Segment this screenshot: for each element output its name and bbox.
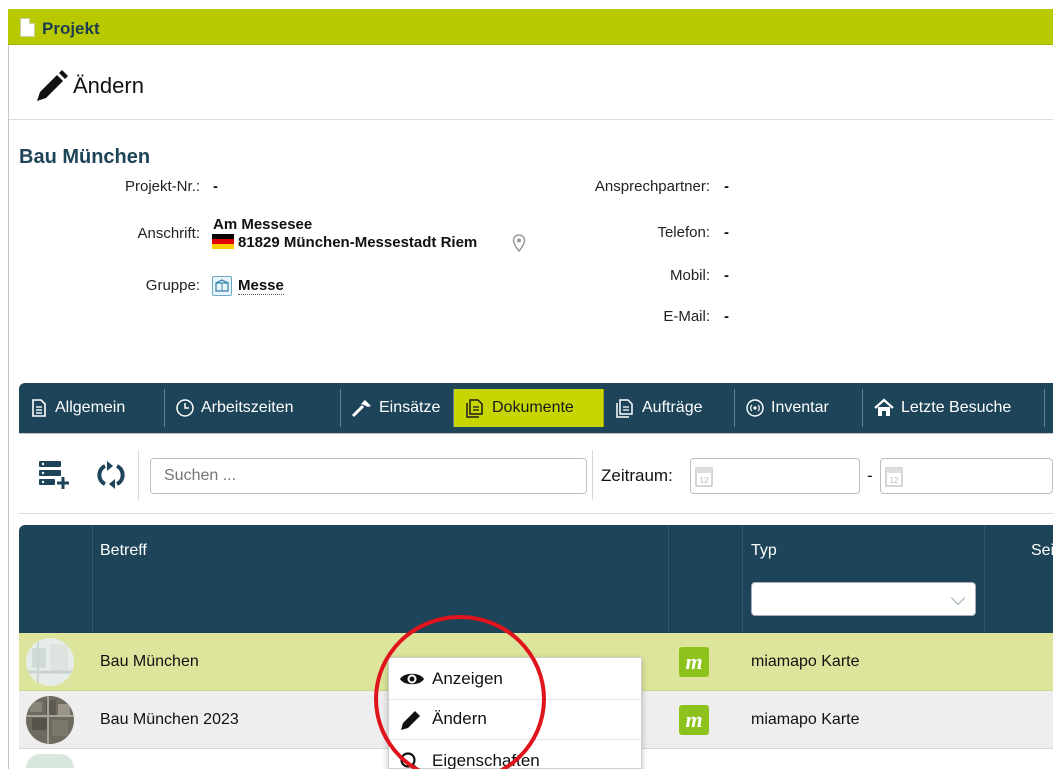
calendar-icon[interactable]: 12 [695, 465, 713, 487]
row-betreff: Bau München 2023 [100, 711, 239, 728]
typ-filter-select[interactable] [751, 582, 976, 616]
group-icon [212, 276, 232, 296]
svg-text:12: 12 [700, 476, 709, 485]
chevron-down-icon [950, 590, 966, 606]
column-divider [92, 525, 93, 633]
add-document-icon[interactable] [38, 458, 70, 490]
table-header: Betreff Typ Seit [19, 525, 1053, 633]
toolbar-divider [138, 450, 139, 500]
projekt-nr-value: - [213, 178, 218, 195]
menu-item-label: Ändern [432, 709, 487, 728]
inventory-icon [746, 399, 764, 417]
window-title: Projekt [42, 19, 100, 38]
row-typ: miamapo Karte [751, 711, 860, 728]
telefon-value: - [724, 224, 729, 241]
range-separator: - [867, 466, 873, 485]
context-menu: Anzeigen Ändern Eigenschaften [388, 657, 642, 769]
email-label: E-Mail: [663, 308, 710, 325]
gruppe-label: Gruppe: [145, 277, 200, 294]
edit-button[interactable]: Ändern [73, 73, 144, 99]
left-border [8, 44, 9, 769]
zeitraum-label: Zeitraum: [601, 466, 673, 485]
group-link[interactable]: Messe [238, 277, 284, 295]
tab-auftraege[interactable]: Aufträge [604, 389, 735, 427]
date-to-field[interactable]: 12 [880, 458, 1053, 494]
tab-dokumente[interactable]: Dokumente [454, 389, 604, 427]
documents-icon [466, 399, 483, 418]
column-betreff[interactable]: Betreff [100, 542, 147, 560]
map-pin-icon[interactable] [512, 234, 526, 252]
column-seite[interactable]: Seit [1031, 542, 1053, 560]
email-value: - [724, 308, 729, 325]
column-typ[interactable]: Typ [751, 542, 777, 560]
tab-allgemein[interactable]: Allgemein [19, 389, 165, 427]
hammer-icon [351, 400, 371, 418]
refresh-icon[interactable] [95, 460, 127, 490]
projekt-nr-label: Projekt-Nr.: [124, 178, 200, 195]
row-betreff: Bau München [100, 653, 199, 670]
address-street: Am Messesee [213, 216, 313, 233]
menu-item-anzeigen[interactable]: Anzeigen [389, 660, 641, 698]
column-divider [742, 525, 743, 633]
tab-label: Einsätze [379, 399, 441, 416]
eye-icon [400, 673, 424, 685]
tab-inventar[interactable]: Inventar [735, 389, 863, 427]
mobil-label: Mobil: [669, 267, 710, 284]
telefon-label: Telefon: [657, 224, 710, 241]
mobil-value: - [724, 267, 729, 284]
tab-einsaetze[interactable]: Einsätze [341, 389, 454, 427]
document-icon [20, 18, 35, 37]
tab-label: Inventar [771, 399, 829, 416]
tab-label: Dokumente [492, 399, 574, 416]
pencil-icon [401, 711, 420, 730]
map-thumbnail [26, 638, 74, 686]
tab-label: Letzte Besuche [901, 399, 1012, 416]
home-icon [874, 398, 894, 416]
app-window: Projekt Ändern Bau München Projekt-Nr.: … [0, 0, 1053, 769]
menu-item-label: Eigenschaften [432, 751, 540, 769]
title-bar: Projekt [8, 9, 1053, 45]
svg-text:12: 12 [890, 476, 899, 485]
row-typ: miamapo Karte [751, 653, 860, 670]
address-city: 81829 München-Messestadt Riem [238, 234, 478, 251]
map-thumbnail [26, 754, 74, 768]
menu-item-aendern[interactable]: Ändern [389, 700, 641, 738]
ansprechpartner-value: - [724, 178, 729, 195]
menu-divider [389, 739, 641, 740]
germany-flag-icon [212, 234, 234, 249]
anschrift-label: Anschrift: [137, 225, 200, 242]
map-thumbnail [26, 696, 74, 744]
miamapo-icon: m [679, 647, 709, 677]
miamapo-icon: m [679, 705, 709, 735]
calendar-icon[interactable]: 12 [885, 465, 903, 487]
column-divider [984, 525, 985, 633]
menu-item-eigenschaften[interactable]: Eigenschaften [389, 742, 641, 769]
tab-label: Arbeitszeiten [201, 399, 294, 416]
menu-item-label: Anzeigen [432, 669, 503, 688]
search-input[interactable] [150, 458, 587, 494]
tab-bar: Allgemein Arbeitszeiten Einsätze Dokumen… [19, 383, 1053, 433]
date-from-field[interactable]: 12 [690, 458, 860, 494]
orders-icon [616, 399, 633, 418]
tab-label: Aufträge [642, 399, 703, 416]
project-title: Bau München [19, 146, 151, 168]
pencil-icon [37, 70, 68, 101]
document-icon [32, 399, 46, 417]
tab-arbeitszeiten[interactable]: Arbeitszeiten [165, 389, 341, 427]
tab-letzte-besuche[interactable]: Letzte Besuche [863, 389, 1045, 427]
clock-icon [176, 399, 194, 417]
search-icon [400, 752, 419, 769]
column-divider [668, 525, 669, 633]
toolbar-divider [592, 450, 593, 500]
edit-header: Ändern [9, 56, 1053, 120]
ansprechpartner-label: Ansprechpartner: [594, 178, 710, 195]
tab-label: Allgemein [55, 399, 126, 416]
